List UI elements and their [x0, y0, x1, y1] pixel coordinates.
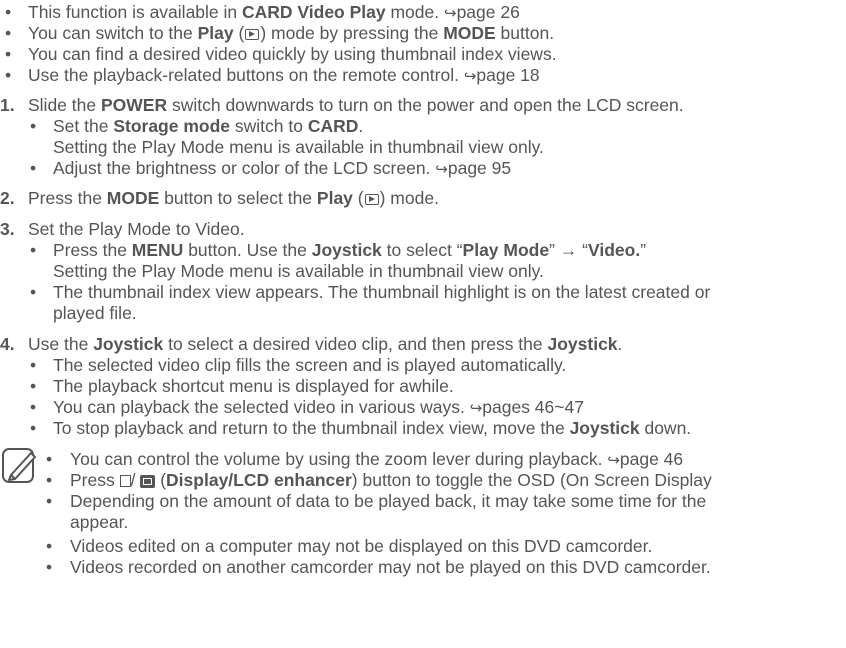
- bullet: •: [30, 282, 37, 302]
- bullet: •: [30, 158, 37, 178]
- bullet: •: [5, 44, 12, 64]
- bullet: •: [5, 2, 12, 22]
- page-reference: pages 46~47: [482, 397, 584, 417]
- bullet: •: [30, 397, 37, 417]
- page-reference-arrow-icon: ↪: [469, 399, 483, 417]
- bullet: •: [30, 376, 37, 396]
- bullet: •: [46, 470, 53, 490]
- bullet: •: [30, 240, 37, 260]
- step-1-sub-2: • Adjust the brightness or color of the …: [30, 158, 512, 178]
- intro-bullet-3: • You can find a desired video quickly b…: [5, 44, 557, 64]
- step-4: 4. Use the Joystick to select a desired …: [0, 334, 623, 354]
- step-3-sub-2: • The thumbnail index view appears. The …: [30, 282, 711, 302]
- note-4: • Videos edited on a computer may not be…: [46, 536, 653, 556]
- play-mode-icon: [245, 29, 260, 40]
- note-1: • You can control the volume by using th…: [46, 449, 684, 469]
- bullet: •: [5, 65, 12, 85]
- page-reference: page 18: [476, 65, 540, 85]
- step-3-sub-1-continued: Setting the Play Mode menu is available …: [53, 261, 544, 281]
- bullet: •: [46, 449, 53, 469]
- bullet: •: [5, 23, 12, 43]
- step-4-sub-4: • To stop playback and return to the thu…: [30, 418, 692, 438]
- step-3-sub-2-continued: played file.: [53, 303, 137, 323]
- step-3-sub-1: • Press the MENU button. Use the Joystic…: [30, 240, 647, 260]
- lcd-enhancer-icon: [140, 475, 156, 488]
- page-reference: page 46: [619, 449, 684, 469]
- step-4-sub-1: • The selected video clip fills the scre…: [30, 355, 567, 375]
- note-5: • Videos recorded on another camcorder m…: [46, 557, 711, 577]
- note-3-continued: appear.: [70, 512, 129, 532]
- step-1: 1. Slide the POWER switch downwards to t…: [0, 95, 684, 115]
- step-3: 3. Set the Play Mode to Video.: [0, 219, 245, 239]
- page-reference: page 95: [447, 158, 512, 178]
- intro-bullet-4: • Use the playback-related buttons on th…: [5, 65, 540, 85]
- bullet: •: [46, 536, 53, 556]
- note-3: • Depending on the amount of data to be …: [46, 491, 707, 511]
- step-1-sub-1: • Set the Storage mode switch to CARD.: [30, 116, 364, 136]
- page-reference-arrow-icon: ↪: [443, 4, 457, 22]
- step-4-sub-2: • The playback shortcut menu is displaye…: [30, 376, 454, 396]
- display-icon: [119, 475, 131, 487]
- page-reference-arrow-icon: ↪: [435, 160, 448, 178]
- bullet: •: [30, 355, 37, 375]
- step-2: 2. Press the MODE button to select the P…: [0, 188, 439, 208]
- play-mode-icon: [364, 194, 379, 205]
- step-1-sub-1-continued: Setting the Play Mode menu is available …: [53, 137, 544, 157]
- page-reference-arrow-icon: ↪: [463, 67, 477, 85]
- bullet: •: [46, 491, 53, 511]
- page-reference-arrow-icon: ↪: [607, 451, 620, 469]
- note-2: • Press / (Display/LCD enhancer) button …: [46, 470, 712, 490]
- step-4-sub-3: • You can playback the selected video in…: [30, 397, 584, 417]
- page-reference: page 26: [456, 2, 520, 22]
- intro-bullet-1: • This function is available in CARD Vid…: [5, 2, 520, 22]
- manual-page: • This function is available in CARD Vid…: [0, 0, 846, 648]
- bullet: •: [30, 418, 37, 438]
- bullet: •: [46, 557, 53, 577]
- bullet: •: [30, 116, 37, 136]
- intro-bullet-2: • You can switch to the Play () mode by …: [5, 23, 555, 43]
